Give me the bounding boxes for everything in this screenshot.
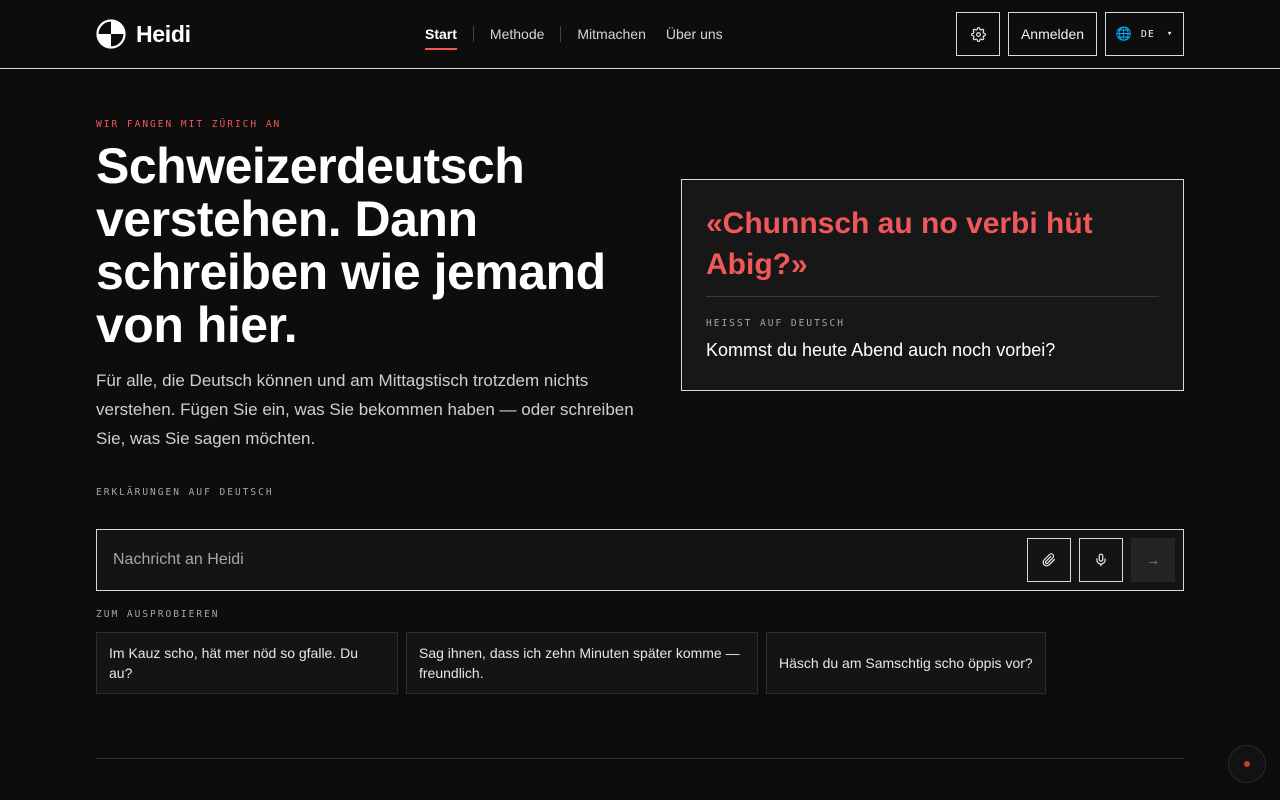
suggestions-label: ZUM AUSPROBIEREN [96,609,220,620]
attach-button[interactable] [1027,538,1071,582]
hero-headline: Schweizerdeutsch verstehen. Dann schreib… [96,138,606,353]
message-composer: → [96,529,1184,591]
nav-divider [472,26,474,42]
suggestion-chip[interactable]: Im Kauz scho, hät mer nöd so gfalle. Du … [96,632,398,694]
example-label: HEISST AUF DEUTSCH [706,318,845,329]
language-select[interactable]: 🌐 DE ▾ [1105,12,1184,56]
site-header: Heidi Start Methode Mitmachen Über uns A… [0,0,1280,69]
arrow-right-icon: → [1146,552,1160,568]
suggestion-chip[interactable]: Häsch du am Samschtig scho öppis vor? [766,632,1046,694]
hero-eyebrow: WIR FANGEN MIT ZÜRICH AN [96,119,282,130]
nav-item-ueber-uns[interactable]: Über uns [666,24,723,44]
status-dot-icon [1244,761,1250,767]
globe-icon: 🌐 [1115,26,1133,42]
gear-icon [970,26,986,42]
logo[interactable]: Heidi [96,18,191,50]
main-nav: Start Methode Mitmachen Über uns [425,24,723,50]
nav-divider [560,26,562,42]
message-input[interactable] [97,530,1017,590]
chevron-down-icon: ▾ [1166,29,1174,39]
login-button[interactable]: Anmelden [1008,12,1097,56]
logo-text: Heidi [136,20,191,47]
floating-action-button[interactable] [1228,745,1266,783]
nav-item-start[interactable]: Start [425,24,457,50]
example-translation: Kommst du heute Abend auch noch vorbei? [706,340,1056,360]
microphone-button[interactable] [1079,538,1123,582]
section-divider [96,758,1184,759]
suggestion-chip[interactable]: Sag ihnen, dass ich zehn Minuten später … [406,632,758,694]
paperclip-icon [1042,553,1056,567]
explanations-label: ERKLÄRUNGEN AUF DEUTSCH [96,487,274,498]
send-button[interactable]: → [1131,538,1175,582]
language-code: DE [1140,28,1155,40]
hero-lead: Für alle, die Deutsch können und am Mitt… [96,371,634,448]
settings-button[interactable] [956,12,1000,56]
example-card: «Chunnsch au no verbi hüt Abig?» HEISST … [681,179,1184,391]
nav-item-mitmachen[interactable]: Mitmachen [577,24,645,44]
microphone-icon [1096,553,1106,567]
heidi-logo-icon [96,19,126,49]
card-divider [706,296,1159,297]
example-quote: «Chunnsch au no verbi hüt Abig?» [706,207,1093,281]
nav-item-methode[interactable]: Methode [490,24,544,44]
